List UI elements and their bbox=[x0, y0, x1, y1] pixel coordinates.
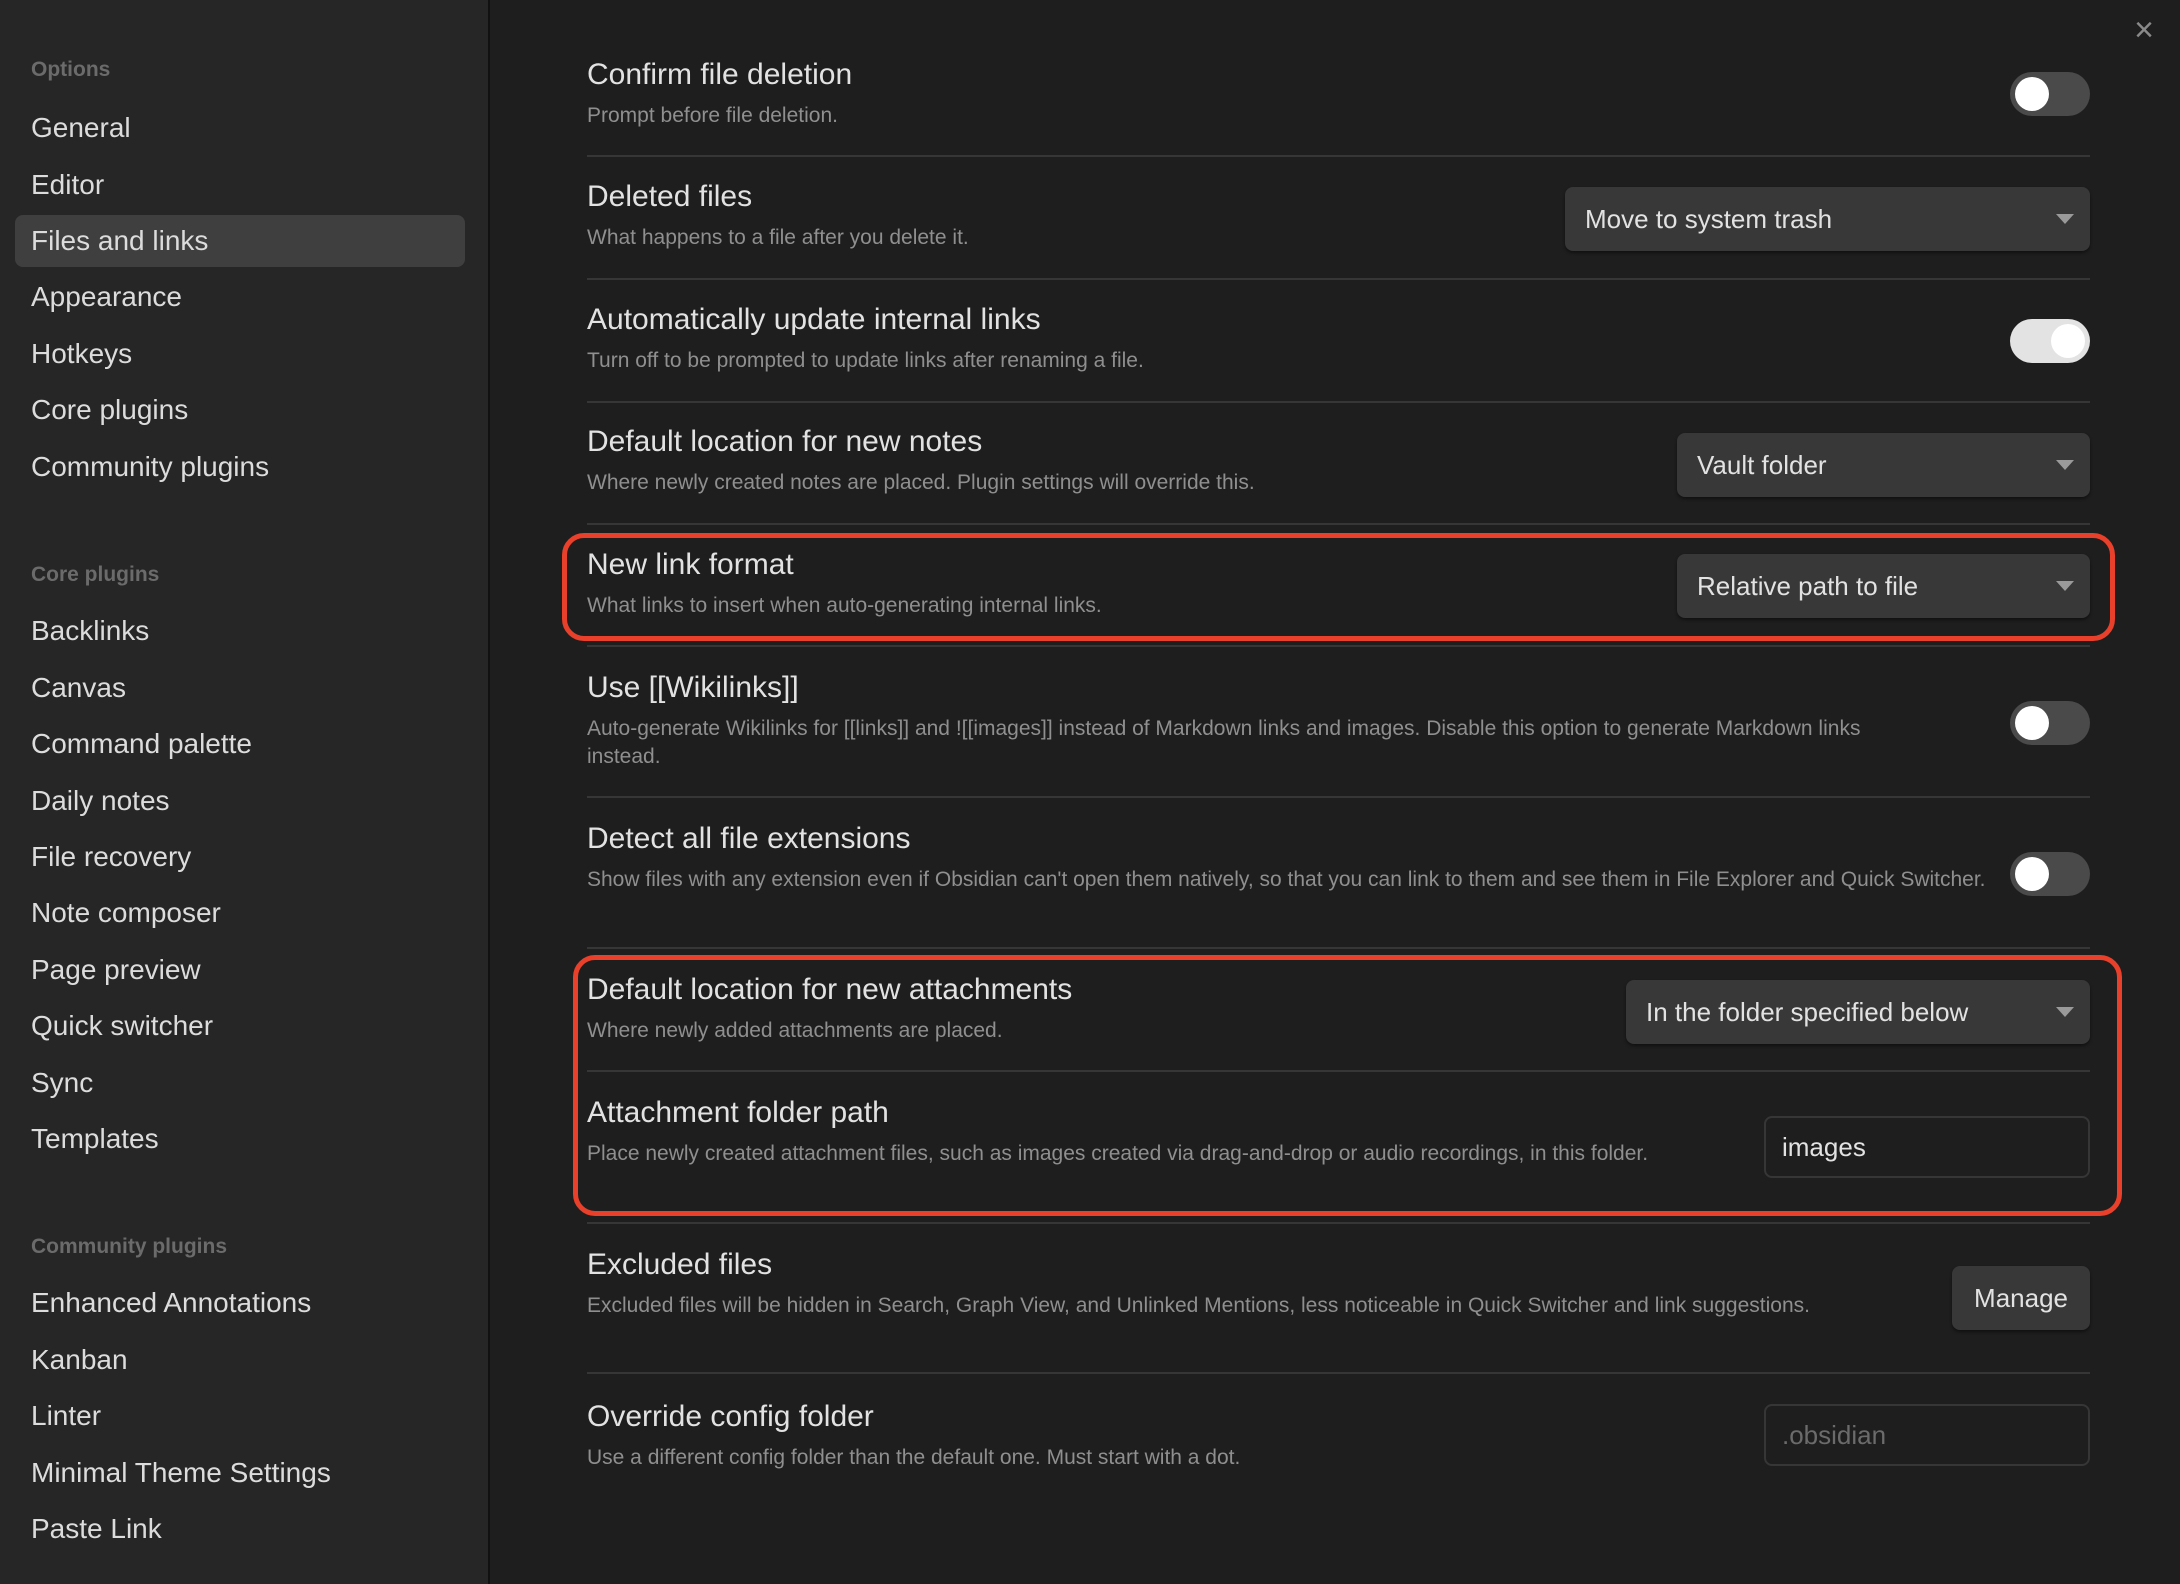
sidebar-heading-community-plugins: Community plugins bbox=[31, 1235, 227, 1258]
setting-excluded-files: Excluded files Excluded files will be hi… bbox=[587, 1248, 2090, 1330]
select-value: Vault folder bbox=[1697, 450, 1827, 480]
sidebar-heading-options: Options bbox=[31, 58, 111, 81]
new-link-format-select[interactable]: Relative path to file bbox=[1677, 554, 2090, 618]
settings-sidebar: Options General Editor Files and links A… bbox=[0, 0, 490, 1584]
sidebar-item-backlinks[interactable]: Backlinks bbox=[15, 605, 435, 657]
divider bbox=[587, 1070, 2090, 1072]
chevron-down-icon bbox=[2056, 460, 2074, 470]
settings-content: × Confirm file deletion Prompt before fi… bbox=[490, 0, 2180, 1584]
setting-attachment-folder-path: Attachment folder path Place newly creat… bbox=[587, 1096, 2090, 1178]
sidebar-heading-core-plugins: Core plugins bbox=[31, 563, 160, 586]
close-icon[interactable]: × bbox=[2128, 13, 2160, 47]
sidebar-item-enhanced-annotations[interactable]: Enhanced Annotations bbox=[15, 1277, 435, 1329]
setting-title: Detect all file extensions bbox=[587, 822, 911, 855]
sidebar-item-hotkeys[interactable]: Hotkeys bbox=[15, 328, 435, 380]
setting-description: Place newly created attachment files, su… bbox=[587, 1142, 1649, 1165]
toggle-knob bbox=[2015, 857, 2049, 891]
default-location-attachments-select[interactable]: In the folder specified below bbox=[1626, 980, 2090, 1044]
sidebar-item-core-plugins[interactable]: Core plugins bbox=[15, 384, 435, 436]
select-value: Move to system trash bbox=[1585, 204, 1833, 234]
auto-update-links-toggle[interactable] bbox=[2010, 319, 2090, 363]
setting-default-location-notes: Default location for new notes Where new… bbox=[587, 425, 2090, 497]
divider bbox=[587, 796, 2090, 798]
deleted-files-select[interactable]: Move to system trash bbox=[1565, 187, 2090, 251]
sidebar-item-command-palette[interactable]: Command palette bbox=[15, 718, 435, 770]
sidebar-item-note-composer[interactable]: Note composer bbox=[15, 887, 435, 939]
toggle-knob bbox=[2015, 706, 2049, 740]
select-value: In the folder specified below bbox=[1646, 997, 1969, 1027]
sidebar-item-templates[interactable]: Templates bbox=[15, 1113, 435, 1165]
divider bbox=[587, 523, 2090, 525]
override-config-folder-input[interactable] bbox=[1764, 1404, 2090, 1466]
setting-auto-update-links: Automatically update internal links Turn… bbox=[587, 303, 2090, 375]
sidebar-item-paste-link[interactable]: Paste Link bbox=[15, 1503, 435, 1555]
sidebar-item-linter[interactable]: Linter bbox=[15, 1390, 435, 1442]
sidebar-item-minimal-theme-settings[interactable]: Minimal Theme Settings bbox=[15, 1447, 435, 1499]
setting-new-link-format: New link format What links to insert whe… bbox=[587, 548, 2090, 620]
setting-title: Confirm file deletion bbox=[587, 58, 853, 91]
sidebar-item-sync[interactable]: Sync bbox=[15, 1057, 435, 1109]
sidebar-item-page-preview[interactable]: Page preview bbox=[15, 944, 435, 996]
sidebar-item-appearance[interactable]: Appearance bbox=[15, 271, 435, 323]
sidebar-item-daily-notes[interactable]: Daily notes bbox=[15, 775, 435, 827]
divider bbox=[587, 1222, 2090, 1224]
divider bbox=[587, 947, 2090, 949]
default-location-notes-select[interactable]: Vault folder bbox=[1677, 433, 2090, 497]
sidebar-item-community-plugins[interactable]: Community plugins bbox=[15, 441, 435, 493]
divider bbox=[587, 401, 2090, 403]
setting-description: Excluded files will be hidden in Search,… bbox=[587, 1294, 1810, 1317]
use-wikilinks-toggle[interactable] bbox=[2010, 701, 2090, 745]
setting-description: Prompt before file deletion. bbox=[587, 104, 838, 127]
toggle-knob bbox=[2051, 324, 2085, 358]
sidebar-item-canvas[interactable]: Canvas bbox=[15, 662, 435, 714]
manage-excluded-files-button[interactable]: Manage bbox=[1952, 1266, 2090, 1330]
chevron-down-icon bbox=[2056, 581, 2074, 591]
setting-confirm-file-deletion: Confirm file deletion Prompt before file… bbox=[587, 58, 2090, 130]
chevron-down-icon bbox=[2056, 214, 2074, 224]
setting-use-wikilinks: Use [[Wikilinks]] Auto-generate Wikilink… bbox=[587, 671, 2090, 771]
attachment-folder-path-input[interactable] bbox=[1764, 1116, 2090, 1178]
divider bbox=[587, 155, 2090, 157]
setting-title: Automatically update internal links bbox=[587, 303, 1041, 336]
divider bbox=[587, 645, 2090, 647]
sidebar-item-general[interactable]: General bbox=[15, 102, 435, 154]
setting-override-config-folder: Override config folder Use a different c… bbox=[587, 1400, 2090, 1472]
sidebar-item-quick-switcher[interactable]: Quick switcher bbox=[15, 1000, 435, 1052]
divider bbox=[587, 1372, 2090, 1374]
confirm-file-deletion-toggle[interactable] bbox=[2010, 72, 2090, 116]
setting-detect-file-extensions: Detect all file extensions Show files wi… bbox=[587, 822, 2090, 896]
chevron-down-icon bbox=[2056, 1007, 2074, 1017]
setting-description: Turn off to be prompted to update links … bbox=[587, 349, 1144, 372]
sidebar-item-file-recovery[interactable]: File recovery bbox=[15, 831, 435, 883]
setting-deleted-files: Deleted files What happens to a file aft… bbox=[587, 180, 2090, 252]
setting-title: Excluded files bbox=[587, 1248, 773, 1281]
setting-default-location-attachments: Default location for new attachments Whe… bbox=[587, 973, 2090, 1045]
sidebar-item-editor[interactable]: Editor bbox=[15, 159, 435, 211]
setting-description: Show files with any extension even if Ob… bbox=[587, 868, 1986, 891]
sidebar-item-files-and-links[interactable]: Files and links bbox=[15, 215, 465, 267]
detect-file-extensions-toggle[interactable] bbox=[2010, 852, 2090, 896]
setting-description: Auto-generate Wikilinks for [[links]] an… bbox=[587, 717, 1861, 768]
setting-title: Use [[Wikilinks]] bbox=[587, 671, 799, 704]
select-value: Relative path to file bbox=[1697, 571, 1919, 601]
toggle-knob bbox=[2015, 77, 2049, 111]
sidebar-item-kanban[interactable]: Kanban bbox=[15, 1334, 435, 1386]
divider bbox=[587, 278, 2090, 280]
